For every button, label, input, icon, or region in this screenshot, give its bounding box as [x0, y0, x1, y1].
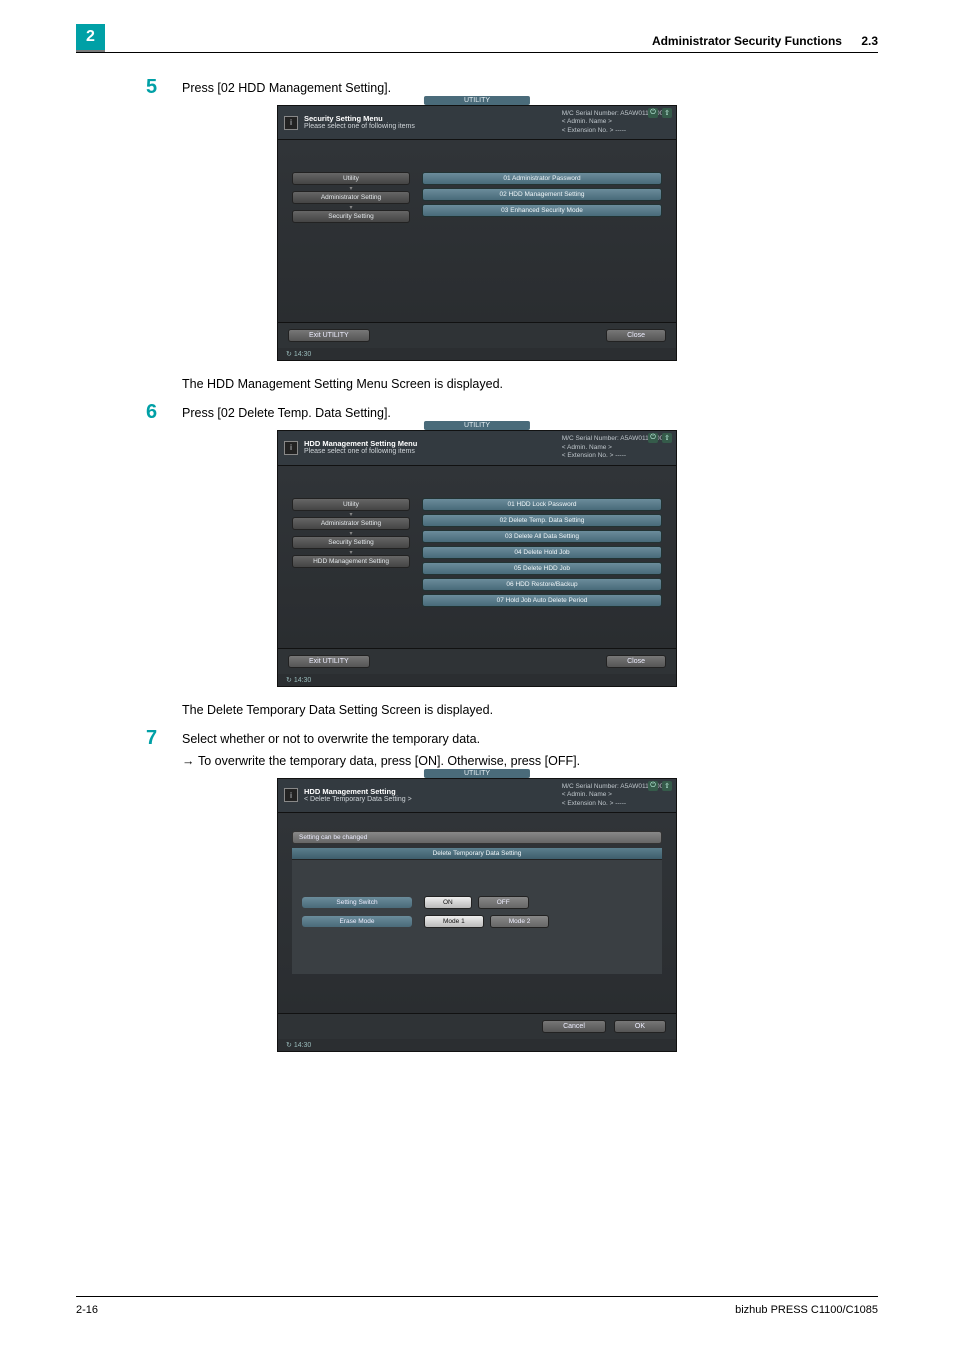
admin-name: < Admin. Name >: [562, 444, 670, 452]
page-section-badge: 2: [76, 24, 105, 53]
power-icons: ⏻⇧: [648, 781, 672, 791]
menu-delete-temp-data[interactable]: 02 Delete Temp. Data Setting: [422, 514, 662, 527]
on-button[interactable]: ON: [424, 896, 472, 909]
step-number: 5: [146, 76, 182, 99]
result-text-5: The HDD Management Setting Menu Screen i…: [182, 377, 878, 391]
admin-name: < Admin. Name >: [562, 118, 670, 126]
panel-title: HDD Management Setting Menu Please selec…: [304, 439, 562, 456]
crumb-admin-setting[interactable]: Administrator Setting: [292, 191, 410, 204]
extension-number: < Extension No. > -----: [562, 452, 670, 460]
step-text: Press [02 Delete Temp. Data Setting].: [182, 401, 391, 424]
admin-name: < Admin. Name >: [562, 791, 670, 799]
page-number: 2-16: [76, 1304, 98, 1316]
power-icons: ⏻⇧: [648, 433, 672, 443]
off-button[interactable]: OFF: [478, 896, 529, 909]
close-button[interactable]: Close: [606, 655, 666, 668]
crumb-utility[interactable]: Utility: [292, 498, 410, 511]
settings-panel-title: Delete Temporary Data Setting: [292, 848, 662, 860]
clock-time: 14:30: [294, 351, 312, 358]
crumb-security-setting[interactable]: Security Setting: [292, 536, 410, 549]
menu-delete-all-data[interactable]: 03 Delete All Data Setting: [422, 530, 662, 543]
screenshot-hdd-management-menu: ⏻⇧ UTILITY i HDD Management Setting Menu…: [277, 430, 677, 686]
product-name: bizhub PRESS C1100/C1085: [735, 1304, 878, 1316]
panel-title: HDD Management Setting < Delete Temporar…: [304, 787, 562, 804]
header-title: Administrator Security Functions: [652, 34, 842, 48]
exit-utility-button[interactable]: Exit UTILITY: [288, 329, 370, 342]
mode-1-button[interactable]: Mode 1: [424, 915, 484, 928]
setting-change-bar: Setting can be changed: [292, 831, 662, 844]
crumb-security-setting[interactable]: Security Setting: [292, 210, 410, 223]
step-7-substep: →To overwrite the temporary data, press …: [182, 754, 878, 768]
panel-title-sub: Please select one of following items: [304, 448, 415, 455]
info-icon: i: [284, 441, 298, 455]
extension-number: < Extension No. > -----: [562, 127, 670, 135]
header-section: 2.3: [861, 34, 878, 48]
breadcrumb-column: Utility ▾ Administrator Setting ▾ Securi…: [286, 474, 416, 640]
panel-title-bold: HDD Management Setting: [304, 787, 562, 796]
utility-label: UTILITY: [424, 769, 530, 778]
footer-rule: [76, 1296, 878, 1297]
menu-enhanced-security[interactable]: 03 Enhanced Security Mode: [422, 204, 662, 217]
cancel-button[interactable]: Cancel: [542, 1020, 606, 1033]
menu-hdd-restore-backup[interactable]: 06 HDD Restore/Backup: [422, 578, 662, 591]
step-text: Select whether or not to overwrite the t…: [182, 727, 480, 750]
extension-number: < Extension No. > -----: [562, 800, 670, 808]
substep-text: To overwrite the temporary data, press […: [198, 754, 580, 768]
info-icon: i: [284, 788, 298, 802]
clock: ↻ 14:30: [278, 348, 676, 360]
screenshot-security-setting-menu: ⏻⇧ UTILITY i Security Setting Menu Pleas…: [277, 105, 677, 361]
step-number: 6: [146, 401, 182, 424]
panel-title: Security Setting Menu Please select one …: [304, 114, 562, 131]
page-header: Administrator Security Functions 2.3: [652, 34, 878, 48]
result-text-6: The Delete Temporary Data Setting Screen…: [182, 703, 878, 717]
menu-hdd-management[interactable]: 02 HDD Management Setting: [422, 188, 662, 201]
menu-hdd-lock-password[interactable]: 01 HDD Lock Password: [422, 498, 662, 511]
step-number: 7: [146, 727, 182, 750]
panel-title-bold: Security Setting Menu: [304, 114, 562, 123]
crumb-hdd-management[interactable]: HDD Management Setting: [292, 555, 410, 568]
menu-admin-password[interactable]: 01 Administrator Password: [422, 172, 662, 185]
clock-time: 14:30: [294, 1042, 312, 1049]
settings-body: Setting Switch ON OFF Erase Mode Mode 1 …: [292, 860, 662, 974]
ok-button[interactable]: OK: [614, 1020, 666, 1033]
breadcrumb-column: Utility ▾ Administrator Setting ▾ Securi…: [286, 148, 416, 314]
page-footer: 2-16 bizhub PRESS C1100/C1085: [76, 1304, 878, 1316]
clock: ↻ 14:30: [278, 674, 676, 686]
clock: ↻ 14:30: [278, 1039, 676, 1051]
utility-label: UTILITY: [424, 96, 530, 105]
header-rule: [76, 52, 878, 53]
power-icons: ⏻⇧: [648, 108, 672, 118]
menu-column: 01 HDD Lock Password 02 Delete Temp. Dat…: [416, 474, 668, 640]
panel-title-sub: Please select one of following items: [304, 123, 415, 130]
panel-title-sub: < Delete Temporary Data Setting >: [304, 796, 412, 803]
panel-title-bold: HDD Management Setting Menu: [304, 439, 562, 448]
step-text: Press [02 HDD Management Setting].: [182, 76, 391, 99]
arrow-icon: →: [182, 754, 198, 768]
menu-delete-hdd-job[interactable]: 05 Delete HDD Job: [422, 562, 662, 575]
crumb-admin-setting[interactable]: Administrator Setting: [292, 517, 410, 530]
menu-column: 01 Administrator Password 02 HDD Managem…: [416, 148, 668, 314]
mode-2-button[interactable]: Mode 2: [490, 915, 550, 928]
erase-mode-label: Erase Mode: [302, 916, 412, 927]
utility-label: UTILITY: [424, 421, 530, 430]
info-icon: i: [284, 116, 298, 130]
clock-time: 14:30: [294, 677, 312, 684]
menu-delete-hold-job[interactable]: 04 Delete Hold Job: [422, 546, 662, 559]
setting-switch-label: Setting Switch: [302, 897, 412, 908]
menu-hold-job-auto-delete[interactable]: 07 Hold Job Auto Delete Period: [422, 594, 662, 607]
crumb-utility[interactable]: Utility: [292, 172, 410, 185]
close-button[interactable]: Close: [606, 329, 666, 342]
step-7: 7 Select whether or not to overwrite the…: [146, 727, 878, 750]
exit-utility-button[interactable]: Exit UTILITY: [288, 655, 370, 668]
screenshot-delete-temp-data-setting: ⏻⇧ UTILITY i HDD Management Setting < De…: [277, 778, 677, 1052]
